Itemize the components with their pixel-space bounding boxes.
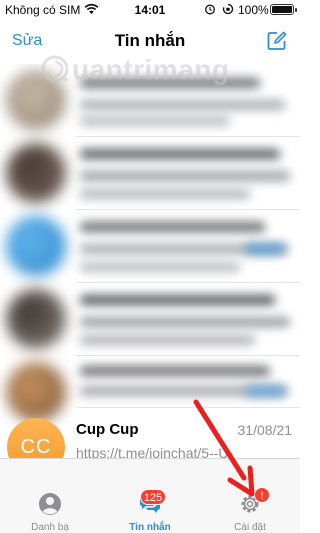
- avatar: [6, 216, 66, 276]
- tab-label: Danh bạ: [31, 522, 69, 533]
- watermark-logo-icon: [41, 55, 69, 83]
- tab-messages[interactable]: 125 Tin nhắn: [100, 459, 200, 533]
- tab-contacts[interactable]: Danh bạ: [0, 459, 100, 533]
- orientation-lock-icon: [222, 3, 234, 15]
- list-item[interactable]: [0, 137, 300, 209]
- annotation-arrow-icon: [193, 399, 255, 497]
- page-title: Tin nhắn: [114, 31, 186, 50]
- battery-percent: 100%: [238, 3, 269, 17]
- unread-badge: 125: [140, 489, 166, 505]
- tab-label: Cài đặt: [234, 522, 266, 533]
- chat-name: Cup Cup: [76, 421, 139, 438]
- avatar: CC: [7, 418, 65, 458]
- list-item[interactable]: [0, 283, 300, 355]
- alarm-icon: [205, 4, 215, 15]
- person-icon: [39, 493, 61, 515]
- watermark-text: uantrimang: [72, 54, 230, 85]
- tab-label: Tin nhắn: [129, 522, 171, 533]
- avatar: [6, 289, 66, 349]
- battery-icon: [270, 4, 297, 15]
- avatar: [6, 143, 66, 203]
- compose-icon[interactable]: [266, 30, 288, 52]
- status-bar: Không có SIM 14:01 100%: [0, 0, 300, 20]
- list-item[interactable]: [0, 210, 300, 282]
